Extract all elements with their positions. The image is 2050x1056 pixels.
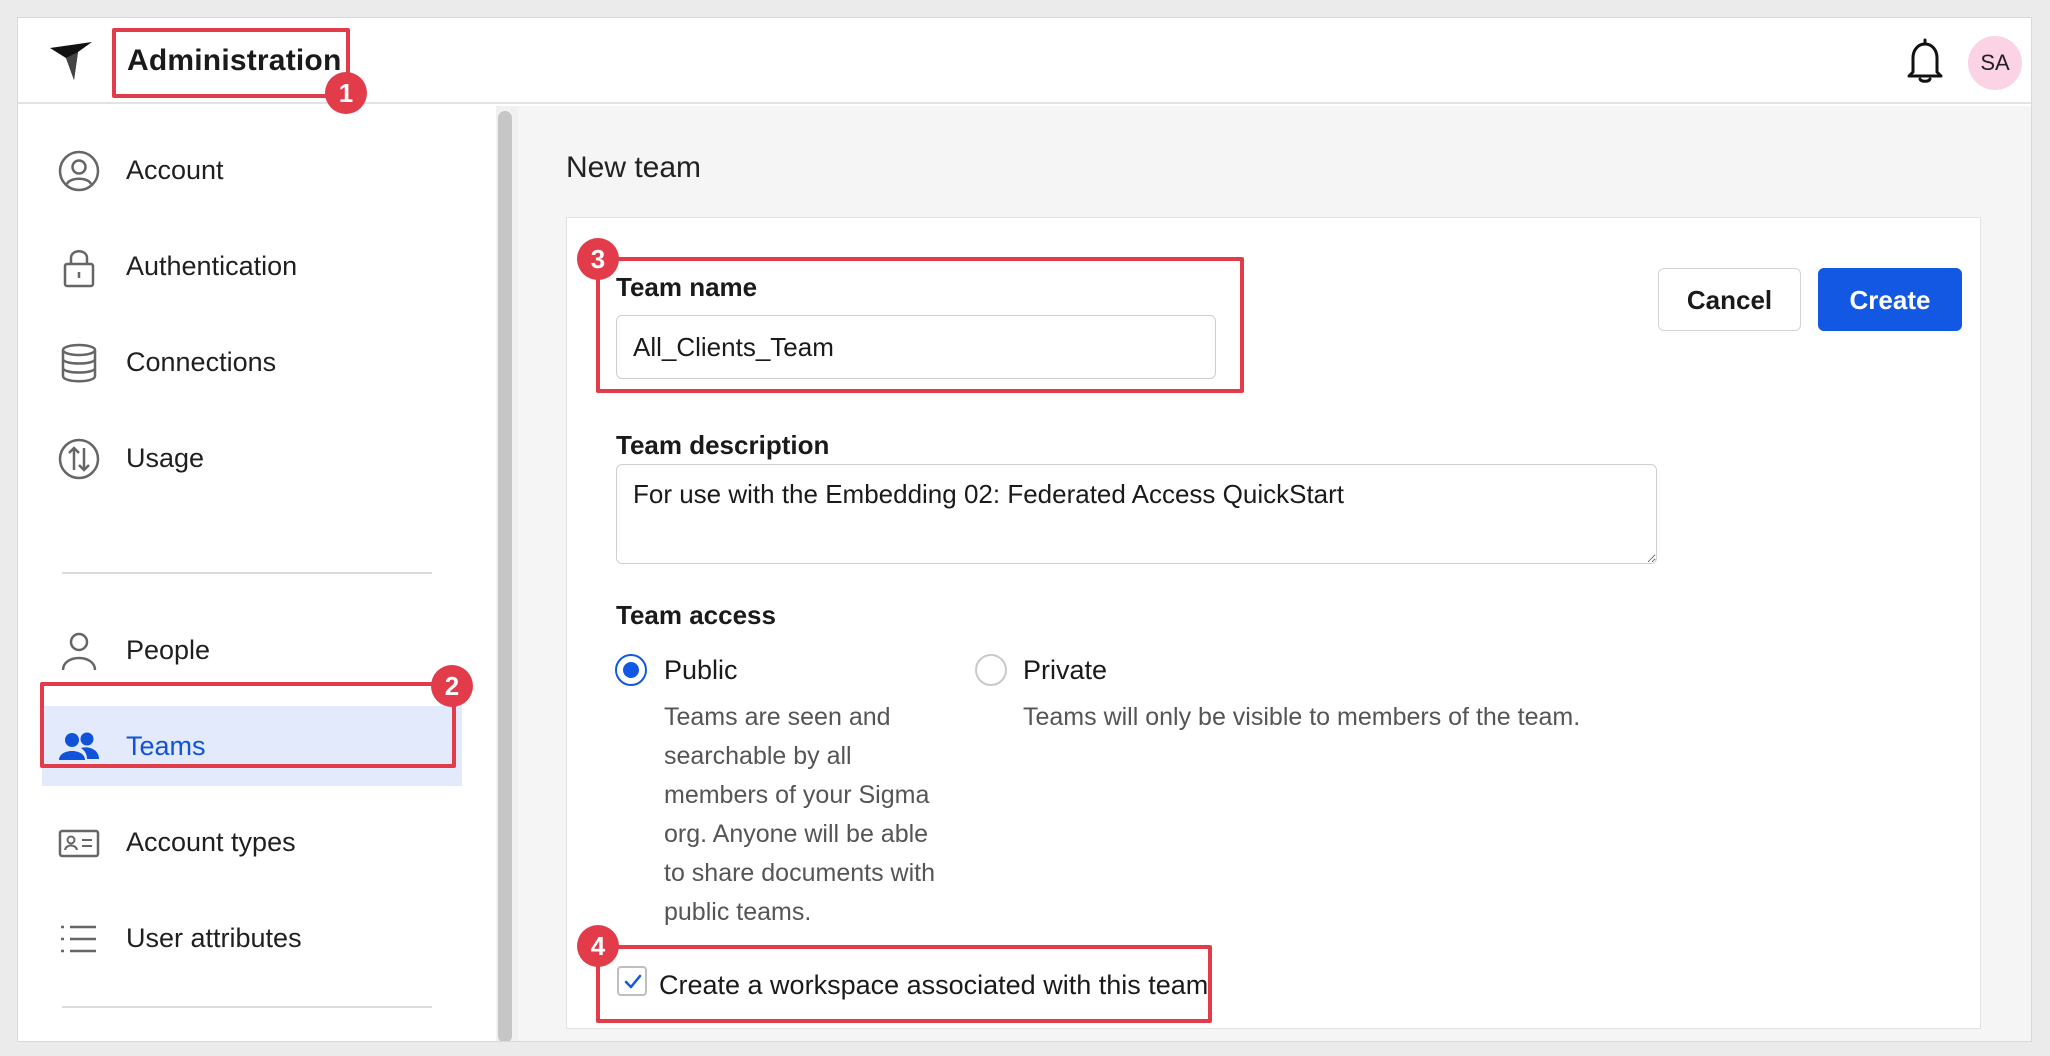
id-card-icon [58,822,100,864]
public-description-line: to share documents with [664,859,935,887]
sidebar-item-authentication[interactable]: Authentication [42,226,462,306]
page-section-title: Administration [127,44,342,77]
cancel-button[interactable]: Cancel [1658,268,1801,331]
checkmark-icon [624,974,642,989]
team-name-label: Team name [616,272,758,302]
public-description-line: searchable by all [664,742,852,770]
sidebar-item-label: People [126,635,211,665]
sidebar-item-label: Usage [126,443,205,473]
sidebar-scrollbar-thumb[interactable] [498,111,512,1041]
private-description: Teams will only be visible to members of… [1023,703,1581,731]
public-description-line: members of your Sigma [664,781,930,809]
teams-icon [58,726,100,768]
sidebar-divider [62,1006,432,1008]
public-description: Teams are seen and searchable by all mem… [664,698,964,932]
annotation-badge: 2 [431,665,473,707]
team-description-field[interactable]: For use with the Embedding 02: Federated… [616,464,1657,564]
user-avatar[interactable]: SA [1968,36,2022,90]
sidebar-item-label: Authentication [126,251,298,281]
private-radio-label[interactable]: Private [1023,652,1107,688]
team-description-label: Team description [616,430,830,460]
sidebar-item-label: Account [126,155,224,185]
list-icon [58,918,100,960]
sidebar-item-connections[interactable]: Connections [42,322,462,402]
workspace-checkbox[interactable] [617,966,647,996]
annotation-badge: 1 [325,72,367,114]
private-radio[interactable] [975,654,1007,686]
bell-icon[interactable] [1905,38,1945,84]
public-description-line: public teams. [664,898,812,926]
database-icon [58,342,100,384]
sidebar-item-user-attributes[interactable]: User attributes [42,898,462,978]
sidebar-item-label: User attributes [126,923,302,953]
public-description-line: Teams are seen and [664,703,891,731]
team-access-label: Team access [616,600,776,630]
sidebar-item-teams[interactable]: Teams [42,706,462,786]
sidebar-item-account[interactable]: Account [42,130,462,210]
sigma-bird-logo-icon[interactable] [48,40,94,82]
team-name-input[interactable] [616,315,1216,379]
user-circle-icon [58,150,100,192]
sidebar-item-label: Teams [126,731,206,761]
sidebar-divider [62,572,432,574]
public-radio-label[interactable]: Public [664,652,738,688]
sidebar-item-label: Account types [126,827,296,857]
sidebar-item-people[interactable]: People [42,610,462,690]
public-description-line: org. Anyone will be able [664,820,929,848]
sidebar-item-usage[interactable]: Usage [42,418,462,498]
public-radio[interactable] [615,654,647,686]
page-title: New team [566,151,702,184]
lock-icon [58,246,100,288]
annotation-badge: 4 [577,925,619,967]
workspace-checkbox-label[interactable]: Create a workspace associated with this … [659,967,1208,1003]
sidebar-item-label: Connections [126,347,277,377]
annotation-badge: 3 [577,238,619,280]
admin-sidebar: Account Authentication Connections Usage [18,106,491,1041]
create-button[interactable]: Create [1818,268,1962,331]
sidebar-item-account-types[interactable]: Account types [42,802,462,882]
top-header: Administration SA [18,18,2031,104]
usage-arrows-icon [58,438,100,480]
person-icon [58,630,100,672]
